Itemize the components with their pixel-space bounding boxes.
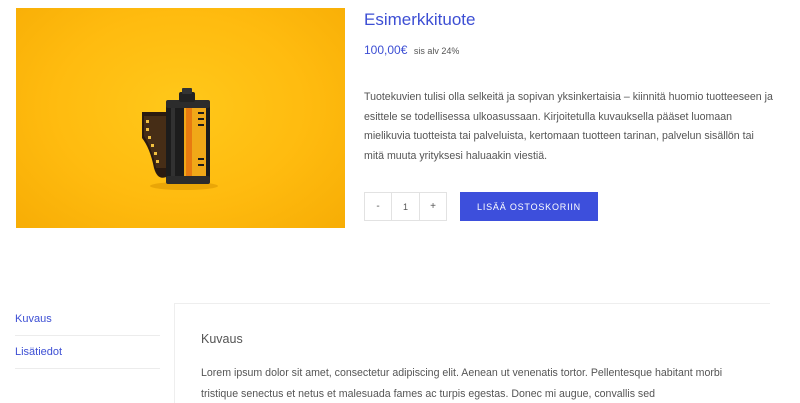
add-to-cart-form: - + LISÄÄ OSTOSKORIIN xyxy=(364,192,598,221)
price-row: 100,00€ sis alv 24% xyxy=(364,41,459,59)
quantity-input[interactable] xyxy=(391,193,420,220)
product-price: 100,00€ xyxy=(364,43,408,57)
quantity-minus-button[interactable]: - xyxy=(365,193,391,220)
panel-title: Kuvaus xyxy=(201,332,243,346)
product-title: Esimerkkituote xyxy=(364,10,476,29)
tab-additional-info[interactable]: Lisätiedot xyxy=(15,336,160,369)
product-image[interactable] xyxy=(16,8,345,228)
tab-panel-description: Kuvaus Lorem ipsum dolor sit amet, conse… xyxy=(174,303,770,403)
product-tabs: Kuvaus Lisätiedot xyxy=(15,303,160,369)
film-canister-illustration xyxy=(142,88,218,190)
tax-note: sis alv 24% xyxy=(413,46,460,56)
quantity-plus-button[interactable]: + xyxy=(420,193,446,220)
tab-description[interactable]: Kuvaus xyxy=(15,303,160,336)
quantity-stepper: - + xyxy=(364,192,447,221)
panel-text: Lorem ipsum dolor sit amet, consectetur … xyxy=(201,367,723,400)
product-description: Tuotekuvien tulisi olla selkeitä ja sopi… xyxy=(364,91,773,162)
add-to-cart-button[interactable]: LISÄÄ OSTOSKORIIN xyxy=(460,192,598,221)
